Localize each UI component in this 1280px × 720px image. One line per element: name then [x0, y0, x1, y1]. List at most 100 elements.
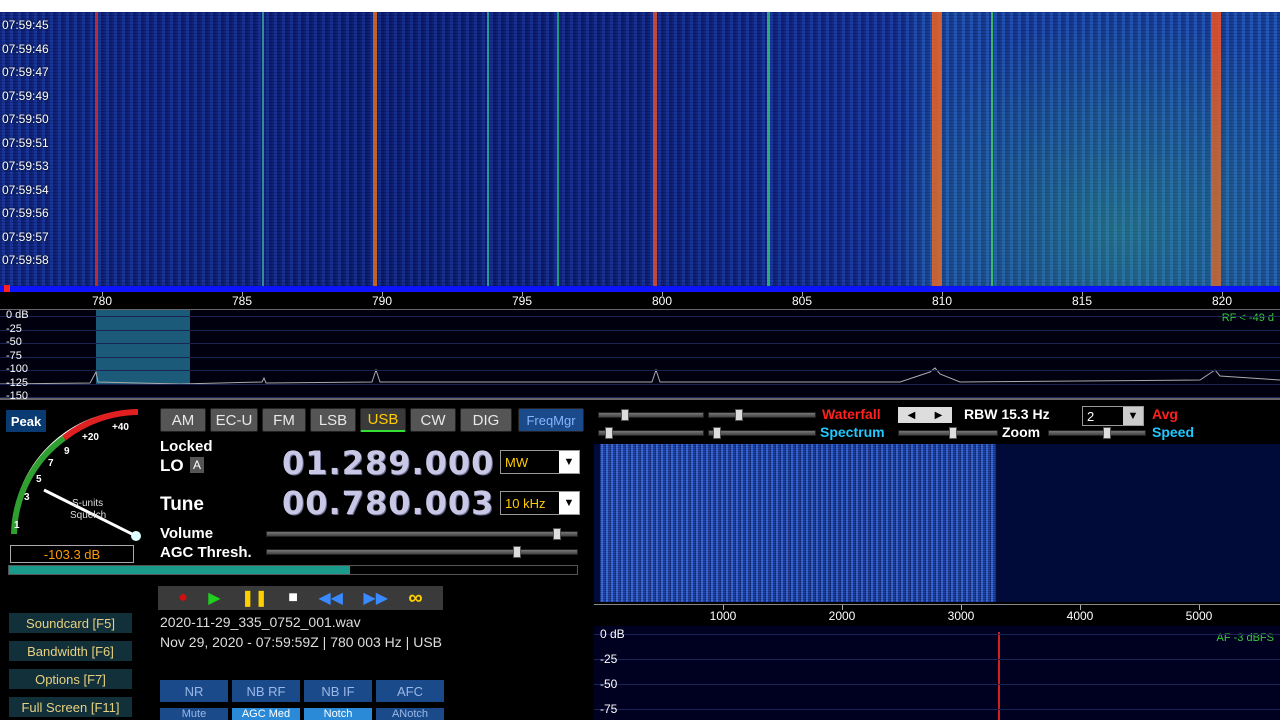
audio-spectrum[interactable]: AF -3 dBFS 0 dB -25 -50 -75: [594, 626, 1280, 720]
band-select[interactable]: MW ▼: [500, 450, 580, 474]
slider-thumb[interactable]: [1103, 427, 1111, 439]
side-button[interactable]: Full Screen [F11]: [8, 696, 133, 718]
af-spec-range-slider[interactable]: [708, 427, 816, 439]
mode-button-am[interactable]: AM: [160, 408, 206, 432]
signal-level-bar: [8, 565, 578, 575]
spectrum-grid-line: [0, 316, 1280, 317]
mode-button-lsb[interactable]: LSB: [310, 408, 356, 432]
tune-label: Tune: [160, 494, 204, 515]
zoom-slider[interactable]: [898, 427, 998, 439]
audio-waterfall-signal: [600, 444, 996, 602]
spectrum-grid-line: [0, 343, 1280, 344]
waterfall-time-label: 07:59:58: [2, 253, 49, 267]
play-icon[interactable]: ▶: [208, 588, 220, 608]
meter-title-1: S-units: [72, 498, 104, 509]
mode-button-fm[interactable]: FM: [262, 408, 306, 432]
audio-db-label: -25: [600, 652, 618, 666]
dsp-button-agc-med[interactable]: AGC Med: [232, 708, 300, 720]
waterfall-time-label: 07:59:45: [2, 18, 49, 32]
zoom-label: Zoom: [1002, 424, 1041, 440]
mode-button-cw[interactable]: CW: [410, 408, 456, 432]
agc-slider-thumb[interactable]: [513, 546, 521, 558]
waterfall-carrier-line: [487, 12, 489, 286]
dsp-button-nr[interactable]: NR: [160, 680, 228, 702]
avg-label: Avg: [1152, 406, 1178, 422]
dsp-button-nb-if[interactable]: NB IF: [304, 680, 372, 702]
af-spec-offset-slider[interactable]: [598, 427, 704, 439]
waterfall-time-label: 07:59:51: [2, 135, 49, 150]
side-button[interactable]: Bandwidth [F6]: [8, 640, 133, 662]
volume-label: Volume: [160, 525, 214, 542]
dsp-button-afc[interactable]: AFC: [376, 680, 444, 702]
volume-slider[interactable]: [266, 528, 578, 540]
avg-select[interactable]: 2 ▼: [1082, 406, 1144, 426]
spectrum-grid-line: [0, 329, 1280, 331]
audio-db-label: -50: [600, 677, 618, 691]
title-bar: [0, 0, 1280, 12]
spectrum-db-label: -125: [6, 376, 29, 389]
pause-icon[interactable]: ❚❚: [241, 588, 268, 608]
dsp-button-nb-rf[interactable]: NB RF: [232, 680, 300, 702]
loop-icon[interactable]: ∞: [408, 587, 422, 610]
rf-spectrum[interactable]: RF < -49 d 0 dB -25 -50 -75 -100 -125 -150: [0, 309, 1280, 402]
audio-grid-line: [594, 634, 1280, 635]
dsp-button-mute[interactable]: Mute: [160, 708, 228, 720]
mode-button-ec-u[interactable]: EC-U: [210, 408, 258, 432]
speed-label: Speed: [1152, 424, 1195, 440]
dsp-button-notch[interactable]: Notch: [304, 708, 372, 720]
waterfall-arrows[interactable]: ◀ ▶: [898, 407, 952, 423]
side-button[interactable]: Options [F7]: [8, 668, 133, 690]
right-arrow-icon[interactable]: ▶: [935, 410, 943, 421]
rewind-icon[interactable]: ◀◀: [318, 588, 343, 608]
freqmgr-button[interactable]: FreqMgr: [518, 408, 584, 432]
meter-scale-40: +40: [112, 422, 129, 433]
record-icon[interactable]: ●: [178, 589, 188, 607]
slider-thumb[interactable]: [621, 409, 629, 421]
agc-slider[interactable]: [266, 546, 578, 558]
dsp-button-anotch[interactable]: ANotch: [376, 708, 444, 720]
fast-forward-icon[interactable]: ▶▶: [363, 588, 388, 608]
step-select[interactable]: 10 kHz ▼: [500, 491, 580, 515]
volume-slider-thumb[interactable]: [553, 528, 561, 540]
frequency-axis: 780 785 790 795 800 805 810 815 820: [0, 292, 1280, 310]
waterfall-time-label: 07:59:47: [2, 65, 49, 79]
spectrum-grid-line: [0, 356, 1280, 358]
tune-frequency[interactable]: 00.780.003: [282, 484, 494, 522]
meter-scale-1: 1: [14, 520, 20, 531]
meter-readout: -103.3 dB: [10, 545, 134, 563]
mode-button-usb[interactable]: USB: [360, 408, 406, 432]
speed-slider[interactable]: [1048, 427, 1146, 439]
audio-cursor[interactable]: [998, 632, 1000, 720]
slider-thumb[interactable]: [949, 427, 957, 439]
audio-db-label: -75: [600, 702, 618, 716]
spectrum-grid-line: [0, 370, 1280, 371]
waterfall-time-label: 07:59:53: [2, 159, 49, 173]
spectrum-db-label: -75: [6, 349, 22, 362]
waterfall-carrier-line: [767, 12, 770, 286]
radio-panel: Peak 1 3 5 7 9 +20 +40 S-units Squelch -…: [0, 402, 590, 720]
stop-icon[interactable]: ■: [288, 589, 298, 607]
mode-button-dig[interactable]: DIG: [460, 408, 512, 432]
lo-badge[interactable]: A: [190, 457, 204, 473]
af-wf-contrast-slider[interactable]: [598, 409, 704, 421]
slider-thumb[interactable]: [605, 427, 613, 439]
rf-waterfall[interactable]: 07:59:45 07:59:46 07:59:47 07:59:49 07:59:50…: [0, 12, 1280, 286]
band-select-value: MW: [505, 454, 529, 470]
waterfall-time-label: 07:59:57: [2, 229, 49, 244]
spectrum-label: Spectrum: [820, 424, 885, 440]
audio-panel: Waterfall ◀ ▶ RBW 15.3 Hz 2 ▼ Avg Spectrum…: [594, 402, 1280, 720]
side-button[interactable]: Soundcard [F5]: [8, 612, 133, 634]
meter-scale-5: 5: [36, 474, 42, 485]
waterfall-carrier-line: [557, 12, 559, 286]
left-arrow-icon[interactable]: ◀: [908, 410, 916, 421]
audio-waterfall[interactable]: [594, 444, 1280, 602]
file-info: Nov 29, 2020 - 07:59:59Z | 780 003 Hz | …: [160, 634, 442, 650]
spectrum-db-label: -25: [6, 322, 22, 335]
lo-frequency[interactable]: 01.289.000: [282, 444, 494, 482]
frequency-tick-label: 805: [791, 294, 813, 308]
slider-thumb[interactable]: [713, 427, 721, 439]
af-wf-range-slider[interactable]: [708, 409, 816, 421]
slider-thumb[interactable]: [735, 409, 743, 421]
waterfall-noise-region: [880, 12, 1280, 286]
locked-label: Locked: [160, 438, 213, 455]
